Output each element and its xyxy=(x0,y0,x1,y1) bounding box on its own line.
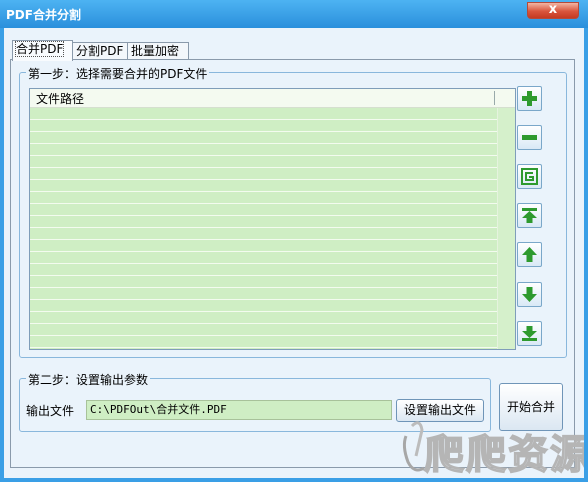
add-file-button[interactable] xyxy=(517,86,542,111)
move-top-icon xyxy=(522,208,537,223)
tab-batch-encrypt[interactable]: 批量加密 xyxy=(127,42,189,60)
watermark-logo: 爬爬资源 xyxy=(402,421,584,478)
move-up-icon xyxy=(522,247,537,262)
tab-label: 分割PDF xyxy=(76,44,124,58)
step2-title: 第二步：设置输出参数 xyxy=(26,371,151,388)
tab-label: 合并PDF xyxy=(14,41,65,57)
output-file-label: 输出文件 xyxy=(26,404,75,418)
close-button[interactable]: x xyxy=(527,2,579,19)
client-area: 合并PDF 分割PDF 批量加密 第一步：选择需要合并的PDF文件 文件路径 第… xyxy=(4,28,584,478)
move-down-icon xyxy=(522,287,537,302)
column-header-file-path[interactable]: 文件路径 xyxy=(36,90,84,107)
move-bottom-button[interactable] xyxy=(517,321,542,346)
title-bar[interactable]: PDF合并分割 x xyxy=(0,0,588,28)
minus-icon xyxy=(522,135,537,140)
refresh-icon xyxy=(521,168,538,185)
file-list[interactable]: 文件路径 xyxy=(29,88,516,350)
app-window: PDF合并分割 x 合并PDF 分割PDF 批量加密 第一步：选择需要合并的PD… xyxy=(0,0,588,482)
list-header: 文件路径 xyxy=(30,89,515,108)
clear-list-button[interactable] xyxy=(517,164,542,189)
window-title: PDF合并分割 xyxy=(6,8,81,22)
watermark-text: 爬爬资源 xyxy=(424,431,584,478)
tab-split-pdf[interactable]: 分割PDF xyxy=(72,42,128,60)
move-top-button[interactable] xyxy=(517,203,542,228)
step1-group: 第一步：选择需要合并的PDF文件 文件路径 xyxy=(19,65,567,358)
list-filler-column xyxy=(497,108,515,349)
list-rows xyxy=(30,108,515,349)
tab-label: 批量加密 xyxy=(131,44,180,58)
remove-file-button[interactable] xyxy=(517,125,542,150)
column-separator[interactable] xyxy=(494,91,495,105)
move-up-button[interactable] xyxy=(517,242,542,267)
output-file-field[interactable]: C:\PDFOut\合并文件.PDF xyxy=(86,400,392,420)
close-icon: x xyxy=(548,2,558,17)
move-bottom-icon xyxy=(522,326,537,341)
plus-icon xyxy=(522,91,537,106)
step1-title: 第一步：选择需要合并的PDF文件 xyxy=(26,65,210,82)
tab-merge-pdf[interactable]: 合并PDF xyxy=(12,40,73,61)
move-down-button[interactable] xyxy=(517,282,542,307)
